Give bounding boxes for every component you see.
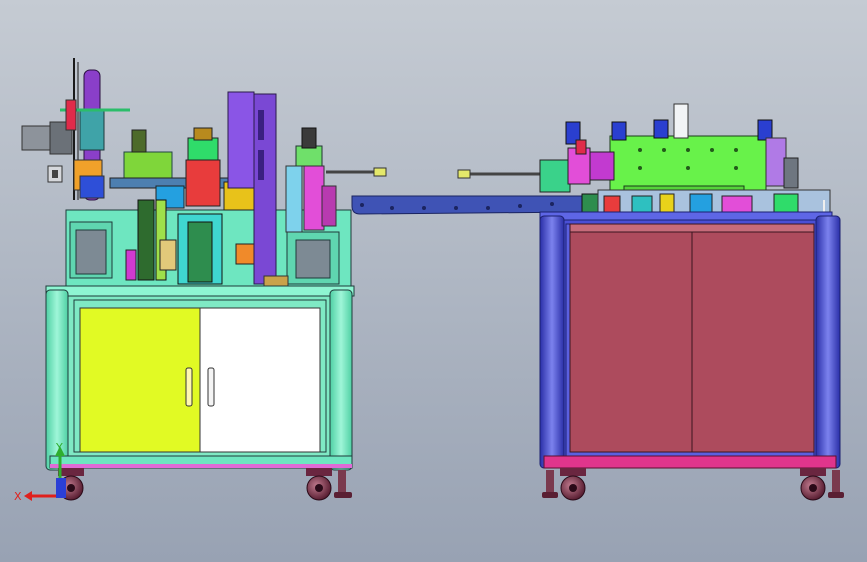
left-door-white[interactable] — [199, 307, 321, 453]
bench-device-1 — [603, 195, 621, 213]
assembly-drawing: Y X — [0, 0, 867, 562]
right-bottom-rail — [543, 455, 837, 469]
right-door-handle[interactable] — [207, 367, 215, 407]
right-leg-front — [539, 215, 565, 469]
feeder-magenta-box — [589, 151, 615, 181]
right-caster-front — [560, 468, 586, 501]
cylinder-3 — [653, 119, 669, 139]
grey-motor — [783, 157, 799, 189]
right-tabletop — [539, 211, 833, 221]
right-unit-post — [301, 127, 317, 149]
triad-y-label: Y — [55, 441, 63, 454]
right-door-left[interactable] — [569, 231, 693, 453]
left-bottom-pink — [50, 464, 352, 468]
purple-tower-slot-1 — [258, 110, 264, 140]
green-module — [609, 135, 767, 191]
mid-beige-part — [159, 239, 177, 271]
left-rod-tip — [373, 167, 387, 177]
right-door-right[interactable] — [691, 231, 815, 453]
white-post — [673, 103, 689, 139]
red-block — [185, 159, 221, 207]
cad-viewport[interactable]: Y X — [0, 0, 867, 562]
right-rod-tip — [457, 169, 471, 179]
right-leg-rear — [815, 215, 841, 469]
tower-base — [263, 275, 289, 287]
mid-magenta — [125, 249, 137, 281]
left-leg-rear — [329, 289, 353, 471]
bench-device-3 — [659, 193, 675, 213]
purple-tower — [227, 91, 255, 189]
left-caster-rear — [306, 468, 332, 501]
cylinder-4 — [757, 119, 773, 141]
right-cabinet-header — [569, 223, 815, 233]
reel-red-part — [65, 99, 77, 131]
gear-top — [131, 129, 147, 153]
left-tabletop — [45, 285, 355, 297]
left-door-yellow[interactable] — [79, 307, 201, 453]
left-bracket-2-window — [295, 239, 331, 279]
bench-device-5 — [721, 195, 753, 213]
reel-blue-block — [79, 175, 105, 199]
reel-hub — [79, 109, 105, 151]
green-block — [187, 137, 219, 161]
right-machine[interactable] — [539, 103, 844, 501]
bench-device-4 — [689, 193, 713, 213]
cyan-guide — [285, 165, 303, 233]
small-box-inner — [52, 170, 58, 178]
triad-x-label: X — [14, 490, 22, 503]
bench-device-6 — [773, 193, 799, 213]
left-bracket-window — [75, 229, 107, 275]
feeder-red — [575, 139, 587, 155]
cylinder-2 — [611, 121, 627, 141]
purple-tower-slot-2 — [258, 150, 264, 180]
lavender-block — [765, 137, 787, 187]
right-caster-rear — [800, 468, 826, 501]
right-unit-body — [295, 145, 323, 167]
bench-device-2 — [631, 195, 653, 213]
mid-green-col — [187, 221, 213, 283]
feeder-body — [539, 159, 571, 193]
left-door-handle[interactable] — [185, 367, 193, 407]
mid-cyl-a — [137, 199, 155, 281]
magenta-block — [303, 165, 325, 231]
triad-z-axis — [56, 478, 66, 498]
press-top — [193, 127, 213, 141]
purple-tower-side — [253, 93, 277, 285]
magenta-sub — [321, 185, 337, 227]
motor-body — [21, 125, 53, 151]
